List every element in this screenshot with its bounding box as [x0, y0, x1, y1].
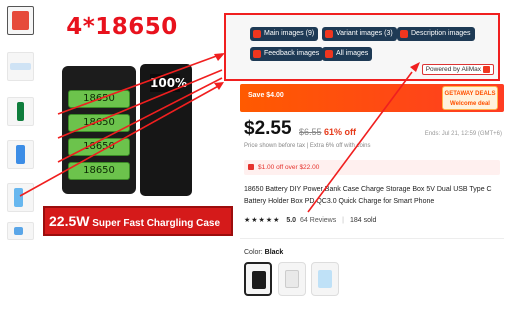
- price-note: Price shown before tax | Extra 6% off wi…: [244, 143, 371, 149]
- thumbnail-2[interactable]: [7, 52, 34, 81]
- star-rating-icon: ★★★★★: [244, 217, 281, 224]
- download-icon: [253, 50, 261, 58]
- download-icon: [400, 30, 408, 38]
- battery-cell: 18650: [68, 114, 130, 132]
- original-price: $6.55: [299, 127, 322, 137]
- rating-score: 5.0: [286, 217, 297, 224]
- feedback-images-button[interactable]: Feedback images: [250, 47, 324, 61]
- hero-title: 4*18650: [66, 14, 178, 40]
- coupon-icon: [248, 164, 254, 170]
- rating-separator: |: [342, 217, 344, 224]
- product-page: 4*18650 18650 18650 18650 18650 100% 22.…: [0, 0, 512, 320]
- alimax-icon: [483, 65, 490, 73]
- download-icon: [325, 30, 333, 38]
- thumbnail-4[interactable]: [7, 140, 34, 169]
- coupon-text: $1.00 off over $22.00: [258, 164, 320, 171]
- color-swatch-white[interactable]: [278, 262, 306, 296]
- deal-end-time: Ends: Jul 21, 12:59 (GMT+6): [424, 131, 502, 137]
- download-icon: [253, 30, 261, 38]
- deal-bar: Save $4.00 GETAWAY DEALS Welcome deal: [240, 84, 504, 112]
- all-images-button[interactable]: All images: [322, 47, 373, 61]
- color-swatch-black[interactable]: [244, 262, 272, 296]
- sold-count: 184 sold: [349, 217, 377, 224]
- getaway-deals-badge: GETAWAY DEALS Welcome deal: [442, 86, 498, 110]
- main-images-button[interactable]: Main images (9): [250, 27, 319, 41]
- battery-cell: 18650: [68, 90, 130, 108]
- powered-by-badge[interactable]: Powered by AliMax: [421, 63, 494, 75]
- save-amount: Save $4.00: [248, 92, 284, 99]
- product-title: 18650 Battery DIY Power Bank Case Charge…: [244, 186, 492, 205]
- thumbnail-1[interactable]: [7, 6, 34, 35]
- image-downloader-panel: Main images (9) Variant images (3) Descr…: [224, 13, 500, 81]
- banner-power: 22.5W: [49, 213, 90, 229]
- thumbnail-6[interactable]: [7, 222, 34, 240]
- color-label: Color: Black: [244, 249, 284, 256]
- promo-banner: 22.5W Super Fast Chargling Case: [43, 206, 233, 236]
- color-swatch-blue[interactable]: [311, 262, 339, 296]
- reviews-link[interactable]: 64 Reviews: [300, 217, 336, 224]
- battery-case-closed: 100%: [140, 64, 192, 196]
- banner-text: Super Fast Chargling Case: [92, 218, 221, 229]
- thumbnail-5[interactable]: [7, 183, 34, 212]
- thumbnail-3[interactable]: [7, 97, 34, 126]
- download-icon: [325, 50, 333, 58]
- rating-row: ★★★★★ 5.0 64 Reviews | 184 sold: [244, 216, 376, 224]
- battery-cell: 18650: [68, 162, 130, 180]
- selected-color: Black: [264, 249, 284, 256]
- variant-images-button[interactable]: Variant images (3): [322, 27, 397, 41]
- description-images-button[interactable]: Description images: [397, 27, 475, 41]
- discount-percent: 61% off: [324, 127, 357, 137]
- divider: [240, 238, 504, 239]
- battery-cell: 18650: [68, 138, 130, 156]
- current-price: $2.55: [244, 118, 292, 139]
- charge-display: 100%: [150, 74, 188, 92]
- coupon-banner[interactable]: $1.00 off over $22.00: [244, 160, 500, 175]
